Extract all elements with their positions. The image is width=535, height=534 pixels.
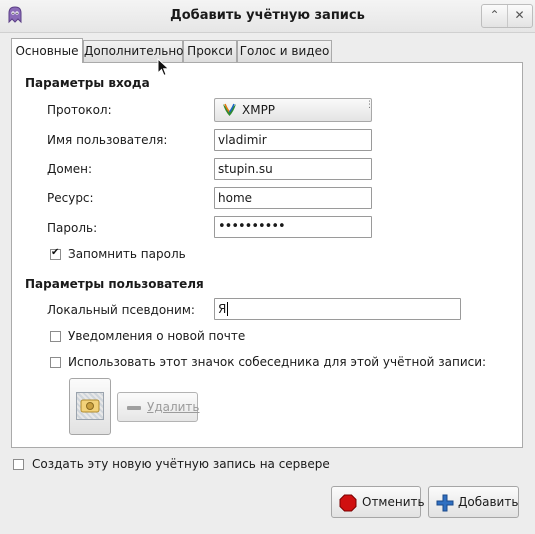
tab-basic[interactable]: Основные: [11, 38, 83, 63]
tab-advanced-label: Дополнительно: [84, 44, 184, 58]
mail-notify-label: Уведомления о новой почте: [68, 329, 246, 343]
window-buttons: ⌃ ✕: [481, 4, 533, 28]
tab-voice-video[interactable]: Голос и видео: [237, 40, 332, 62]
buddy-icon-label: Использовать этот значок собеседника для…: [68, 355, 487, 369]
restore-icon[interactable]: ⌃: [482, 5, 508, 27]
tab-basic-label: Основные: [15, 44, 79, 58]
window-title: Добавить учётную запись: [170, 8, 365, 23]
remove-label: Удалить: [147, 400, 200, 414]
add-button[interactable]: Добавить: [428, 486, 519, 518]
domain-label: Домен:: [47, 162, 93, 176]
resource-label: Ресурс:: [47, 191, 94, 205]
tab-proxy-label: Прокси: [187, 44, 233, 58]
tab-voice-video-label: Голос и видео: [239, 44, 330, 58]
cancel-label: Отменить: [362, 495, 425, 509]
remove-icon-button[interactable]: Удалить: [117, 392, 200, 422]
protocol-label: Протокол:: [47, 103, 112, 117]
buddy-icon-checkbox[interactable]: [50, 357, 61, 368]
password-label: Пароль:: [47, 221, 98, 235]
add-icon: [436, 494, 454, 512]
username-input[interactable]: vladimir: [214, 129, 372, 151]
create-on-server-checkbox[interactable]: [13, 459, 24, 470]
protocol-select[interactable]: XMPP ⋮: [214, 98, 374, 122]
alias-input[interactable]: Я: [214, 298, 461, 320]
mouse-cursor-icon: [157, 58, 170, 77]
buddy-icon-image: [76, 392, 104, 420]
select-arrows-icon: ⋮: [365, 100, 374, 110]
buddy-icon-button[interactable]: [69, 378, 111, 435]
resource-input[interactable]: home: [214, 187, 372, 209]
cancel-button[interactable]: Отменить: [331, 486, 425, 518]
remember-password-checkbox[interactable]: [50, 247, 61, 260]
alias-value: Я: [218, 302, 227, 316]
user-section-title: Параметры пользователя: [25, 277, 204, 291]
domain-input[interactable]: stupin.su: [214, 158, 372, 180]
mail-notify-checkbox[interactable]: [50, 331, 61, 342]
create-on-server-label: Создать эту новую учётную запись на серв…: [32, 457, 330, 471]
alias-label: Локальный псевдоним:: [47, 303, 195, 317]
minus-icon: [127, 406, 141, 410]
tab-proxy[interactable]: Прокси: [183, 40, 237, 62]
image-placeholder-icon: [80, 399, 100, 413]
cancel-icon: [339, 494, 357, 512]
login-section-title: Параметры входа: [25, 76, 150, 90]
close-icon[interactable]: ✕: [507, 5, 532, 27]
add-label: Добавить: [458, 495, 519, 509]
xmpp-icon: [223, 103, 236, 116]
username-label: Имя пользователя:: [47, 133, 168, 147]
password-input[interactable]: ••••••••••: [214, 216, 372, 238]
text-caret: [227, 302, 229, 316]
remember-password-label: Запомнить пароль: [68, 247, 186, 261]
protocol-value: XMPP: [242, 103, 276, 117]
